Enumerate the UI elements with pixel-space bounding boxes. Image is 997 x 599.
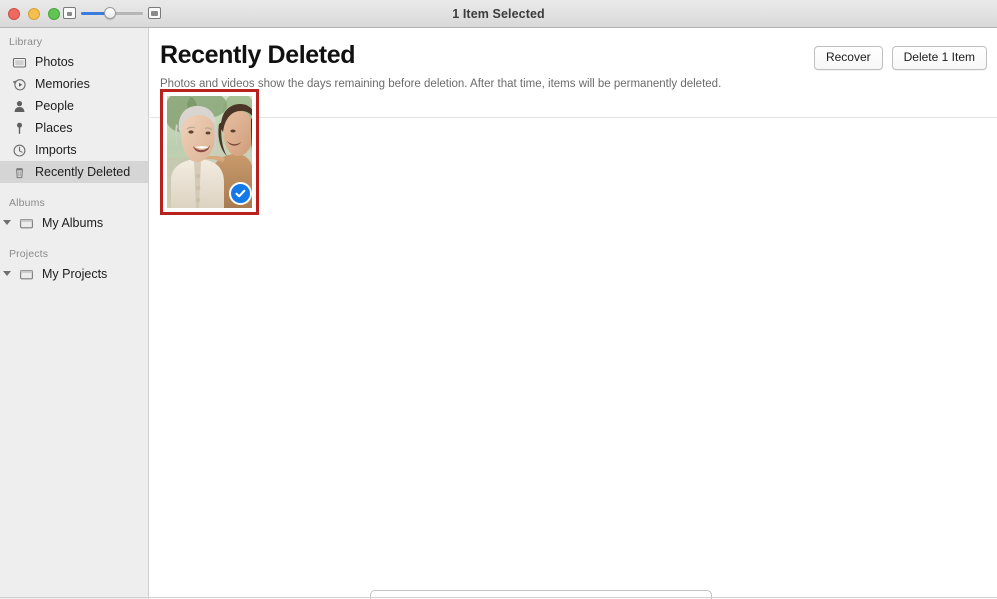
sidebar-item-places[interactable]: Places (0, 117, 148, 139)
trash-icon (12, 165, 27, 180)
header-divider (150, 117, 997, 118)
people-icon (12, 99, 27, 114)
large-thumbnail-icon[interactable] (148, 7, 161, 19)
chevron-down-icon[interactable] (3, 270, 12, 279)
sidebar-item-label: Places (35, 121, 73, 135)
photo-grid-item[interactable] (160, 89, 259, 215)
sidebar-item-my-albums[interactable]: My Albums (0, 212, 148, 234)
sidebar-item-recently-deleted[interactable]: Recently Deleted (0, 161, 148, 183)
photo-grid (160, 89, 259, 215)
sidebar-item-label: People (35, 99, 74, 113)
recover-button[interactable]: Recover (813, 46, 883, 70)
memories-icon (12, 77, 27, 92)
sidebar-item-label: My Albums (42, 216, 104, 230)
delete-button[interactable]: Delete 1 Item (891, 46, 987, 70)
sidebar: Library Photos Memories People Places Im… (0, 28, 149, 599)
sidebar-item-label: Imports (35, 143, 77, 157)
minimize-button[interactable] (28, 8, 40, 20)
imports-clock-icon (12, 143, 27, 158)
sidebar-item-label: My Projects (42, 267, 108, 281)
sidebar-section-albums: Albums (9, 197, 45, 209)
zoom-slider-knob[interactable] (104, 7, 116, 19)
page-subtitle: Photos and videos show the days remainin… (160, 78, 722, 90)
close-button[interactable] (8, 8, 20, 20)
folder-icon (19, 267, 34, 282)
sidebar-item-photos[interactable]: Photos (0, 51, 148, 73)
small-thumbnail-icon[interactable] (63, 7, 76, 19)
places-pin-icon (12, 121, 27, 136)
sidebar-section-projects: Projects (9, 248, 49, 260)
sidebar-item-label: Recently Deleted (35, 165, 131, 179)
zoom-slider[interactable] (81, 7, 143, 19)
thumbnail-zoom-control[interactable] (63, 7, 161, 19)
chevron-down-icon[interactable] (3, 219, 12, 228)
photos-icon (12, 55, 27, 70)
window-controls (8, 8, 60, 20)
main-content: Recently Deleted Photos and videos show … (150, 28, 997, 599)
sidebar-item-my-projects[interactable]: My Projects (0, 263, 148, 285)
sidebar-item-label: Memories (35, 77, 90, 91)
folder-icon (19, 216, 34, 231)
page-header: Recently Deleted Photos and videos show … (150, 28, 997, 91)
bottom-edge-rule (0, 597, 997, 598)
maximize-button[interactable] (48, 8, 60, 20)
sidebar-item-memories[interactable]: Memories (0, 73, 148, 95)
sidebar-item-imports[interactable]: Imports (0, 139, 148, 161)
photos-app-window: 1 Item Selected Library Photos Memories … (0, 0, 997, 599)
sidebar-item-label: Photos (35, 55, 74, 69)
sidebar-section-library: Library (9, 36, 43, 48)
sidebar-item-people[interactable]: People (0, 95, 148, 117)
selected-check-badge[interactable] (229, 182, 252, 205)
header-actions: Recover Delete 1 Item (813, 46, 987, 70)
titlebar: 1 Item Selected (0, 0, 997, 28)
